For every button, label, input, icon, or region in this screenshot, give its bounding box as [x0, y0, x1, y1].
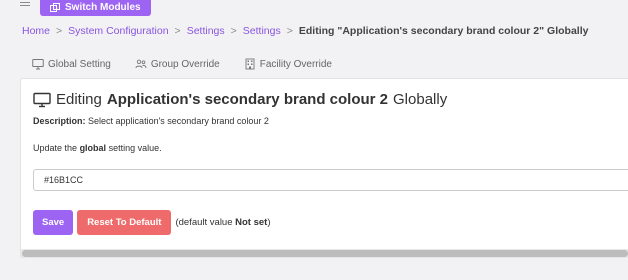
breadcrumb-settings-2[interactable]: Settings — [243, 25, 281, 37]
tab-group-override-label: Group Override — [150, 58, 220, 70]
tab-global-setting[interactable]: Global Setting — [20, 52, 123, 76]
breadcrumb-separator: > — [230, 25, 237, 37]
breadcrumb-system-configuration[interactable]: System Configuration — [68, 25, 168, 37]
building-icon — [245, 58, 255, 70]
page-title: Editing Application's secondary brand co… — [33, 91, 447, 108]
default-value-suffix: ) — [267, 217, 271, 228]
tab-facility-override[interactable]: Facility Override — [232, 52, 344, 76]
title-suffix: Globally — [393, 91, 448, 108]
default-value-prefix: (default value — [175, 217, 233, 228]
switch-modules-label: Switch Modules — [65, 2, 141, 13]
setting-description: Description: Select application's second… — [33, 116, 269, 126]
breadcrumb-separator: > — [56, 25, 63, 37]
horizontal-scrollbar[interactable] — [20, 249, 628, 258]
tab-global-setting-label: Global Setting — [48, 58, 111, 70]
reset-to-default-button[interactable]: Reset To Default — [77, 210, 172, 235]
description-text: Select application's secondary brand col… — [88, 116, 269, 126]
save-button[interactable]: Save — [33, 210, 74, 235]
hamburger-menu-icon[interactable] — [20, 0, 30, 9]
update-instruction: Update the global setting value. — [33, 143, 162, 153]
monitor-icon — [33, 92, 51, 107]
breadcrumb-current: Editing "Application's secondary brand c… — [298, 25, 589, 37]
breadcrumb-separator: > — [286, 25, 293, 37]
breadcrumb: Home > System Configuration > Settings >… — [22, 25, 588, 37]
tab-facility-override-label: Facility Override — [259, 58, 332, 70]
edit-setting-card: Editing Application's secondary brand co… — [20, 78, 628, 256]
switch-modules-button[interactable]: Switch Modules — [40, 0, 151, 16]
override-tabs: Global Setting Group Override Facility O… — [20, 52, 344, 76]
title-prefix: Editing — [56, 91, 102, 108]
update-prefix: Update the — [33, 143, 78, 153]
update-suffix: setting value. — [108, 143, 162, 153]
title-setting-name: Application's secondary brand colour 2 — [106, 91, 389, 108]
setting-value-input[interactable] — [33, 169, 628, 191]
default-value: Not set — [235, 217, 268, 228]
form-actions: Save Reset To Default (default value Not… — [33, 210, 271, 235]
breadcrumb-home[interactable]: Home — [22, 25, 50, 37]
default-value-note: (default value Not set) — [175, 217, 270, 228]
update-scope: global — [79, 143, 107, 153]
scrollbar-thumb[interactable] — [22, 250, 628, 257]
top-bar: Switch Modules — [0, 0, 628, 18]
switch-icon — [50, 2, 60, 12]
users-icon — [135, 59, 147, 69]
description-label: Description: — [33, 116, 86, 126]
breadcrumb-separator: > — [174, 25, 181, 37]
monitor-icon — [32, 59, 44, 70]
breadcrumb-settings[interactable]: Settings — [187, 25, 225, 37]
tab-group-override[interactable]: Group Override — [123, 52, 232, 76]
